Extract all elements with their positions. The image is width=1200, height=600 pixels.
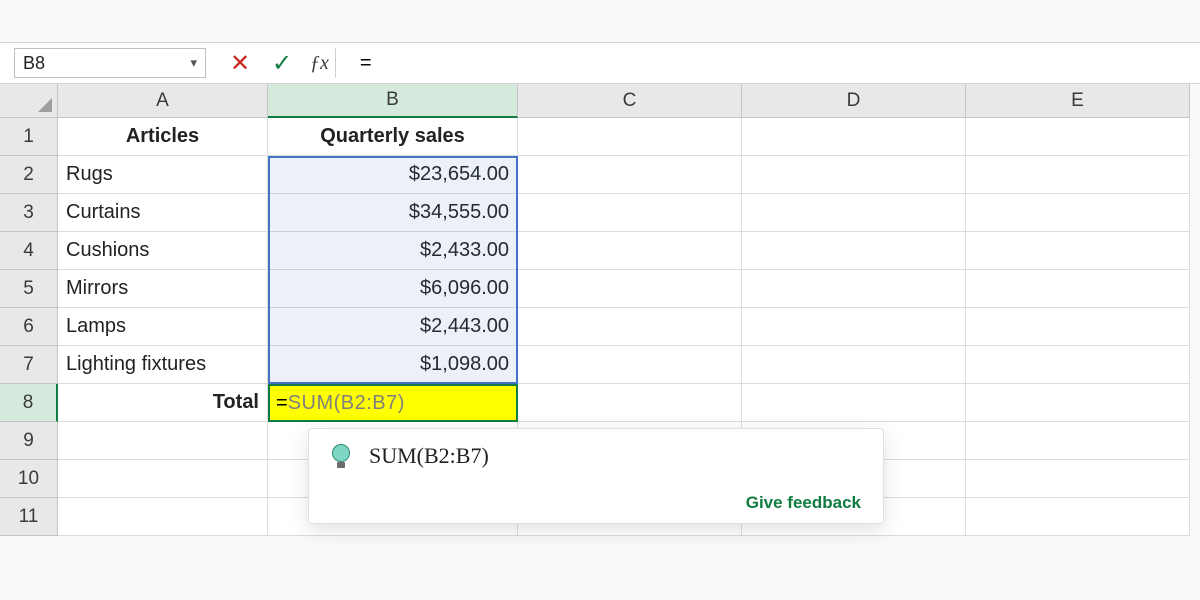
cell[interactable] xyxy=(518,232,742,270)
accept-icon[interactable]: ✓ xyxy=(268,49,296,77)
cancel-icon[interactable]: ✕ xyxy=(226,49,254,77)
cell[interactable]: Curtains xyxy=(58,194,268,232)
cell[interactable]: Quarterly sales xyxy=(268,118,518,156)
active-edit-cell[interactable]: = SUM(B2:B7) xyxy=(268,384,518,422)
table-row: 5Mirrors$6,096.00 xyxy=(0,270,1200,308)
cell[interactable]: $1,098.00 xyxy=(268,346,518,384)
row-header[interactable]: 4 xyxy=(0,232,58,270)
cell[interactable] xyxy=(58,422,268,460)
fx-icon[interactable]: ƒx xyxy=(310,48,336,78)
cell[interactable] xyxy=(966,194,1190,232)
cell[interactable] xyxy=(742,232,966,270)
cell[interactable] xyxy=(742,194,966,232)
cell[interactable] xyxy=(966,498,1190,536)
cell[interactable]: Lighting fixtures xyxy=(58,346,268,384)
row-header[interactable]: 8 xyxy=(0,384,58,422)
cell[interactable]: $6,096.00 xyxy=(268,270,518,308)
row-header[interactable]: 10 xyxy=(0,460,58,498)
cell[interactable]: Cushions xyxy=(58,232,268,270)
column-header[interactable]: C xyxy=(518,84,742,118)
cell[interactable]: Rugs xyxy=(58,156,268,194)
cell[interactable] xyxy=(966,384,1190,422)
cell[interactable] xyxy=(518,156,742,194)
cell[interactable] xyxy=(966,232,1190,270)
row-header[interactable]: 6 xyxy=(0,308,58,346)
name-box-value: B8 xyxy=(23,53,45,74)
table-row: 8 Total xyxy=(0,384,1200,422)
select-all-corner[interactable] xyxy=(0,84,58,118)
cell[interactable]: Articles xyxy=(58,118,268,156)
column-header[interactable]: A xyxy=(58,84,268,118)
row-header[interactable]: 1 xyxy=(0,118,58,156)
column-header[interactable]: E xyxy=(966,84,1190,118)
cell[interactable] xyxy=(966,156,1190,194)
cell[interactable] xyxy=(966,422,1190,460)
cell[interactable] xyxy=(518,346,742,384)
cell[interactable] xyxy=(966,308,1190,346)
cell[interactable] xyxy=(742,308,966,346)
cell[interactable] xyxy=(518,384,742,422)
formula-bar-actions: ✕ ✓ ƒx xyxy=(226,48,336,78)
cell[interactable] xyxy=(742,118,966,156)
cell[interactable] xyxy=(742,384,966,422)
formula-prefix: = xyxy=(276,392,288,415)
cell[interactable] xyxy=(966,460,1190,498)
suggestion-text: SUM(B2:B7) xyxy=(369,443,489,469)
table-row: 3Curtains$34,555.00 xyxy=(0,194,1200,232)
chevron-down-icon[interactable]: ▾ xyxy=(190,55,197,71)
row-header[interactable]: 7 xyxy=(0,346,58,384)
cell[interactable] xyxy=(518,270,742,308)
table-row: 7Lighting fixtures$1,098.00 xyxy=(0,346,1200,384)
column-header[interactable]: B xyxy=(268,84,518,118)
cell[interactable]: Mirrors xyxy=(58,270,268,308)
cell[interactable] xyxy=(742,346,966,384)
cell[interactable] xyxy=(742,270,966,308)
formula-body: SUM(B2:B7) xyxy=(288,392,405,415)
give-feedback-link[interactable]: Give feedback xyxy=(331,493,861,513)
cell[interactable] xyxy=(518,308,742,346)
row-header[interactable]: 5 xyxy=(0,270,58,308)
cell[interactable] xyxy=(518,118,742,156)
row-header[interactable]: 11 xyxy=(0,498,58,536)
suggestion-row[interactable]: SUM(B2:B7) xyxy=(331,443,861,469)
column-header-row: A B C D E xyxy=(0,84,1200,118)
cell[interactable]: $2,433.00 xyxy=(268,232,518,270)
column-header[interactable]: D xyxy=(742,84,966,118)
cell[interactable]: Total xyxy=(58,384,268,422)
cell[interactable] xyxy=(966,270,1190,308)
cell[interactable]: $23,654.00 xyxy=(268,156,518,194)
cell[interactable] xyxy=(966,118,1190,156)
cell[interactable] xyxy=(58,460,268,498)
table-row: 4Cushions$2,433.00 xyxy=(0,232,1200,270)
table-row: 6Lamps$2,443.00 xyxy=(0,308,1200,346)
row-header[interactable]: 9 xyxy=(0,422,58,460)
lightbulb-icon xyxy=(331,443,351,469)
table-row: 2Rugs$23,654.00 xyxy=(0,156,1200,194)
cell[interactable]: $2,443.00 xyxy=(268,308,518,346)
row-header[interactable]: 2 xyxy=(0,156,58,194)
formula-bar: B8 ▾ ✕ ✓ ƒx xyxy=(0,42,1200,84)
table-row: 1 Articles Quarterly sales xyxy=(0,118,1200,156)
cell[interactable]: Lamps xyxy=(58,308,268,346)
formula-suggestion-popup: SUM(B2:B7) Give feedback xyxy=(308,428,884,524)
cell[interactable] xyxy=(966,346,1190,384)
name-box[interactable]: B8 ▾ xyxy=(14,48,206,78)
row-header[interactable]: 3 xyxy=(0,194,58,232)
formula-input[interactable] xyxy=(356,48,1186,78)
cell[interactable] xyxy=(518,194,742,232)
cell[interactable] xyxy=(742,156,966,194)
cell[interactable] xyxy=(58,498,268,536)
cell[interactable]: $34,555.00 xyxy=(268,194,518,232)
spreadsheet-grid: A B C D E 1 Articles Quarterly sales 2Ru… xyxy=(0,84,1200,536)
